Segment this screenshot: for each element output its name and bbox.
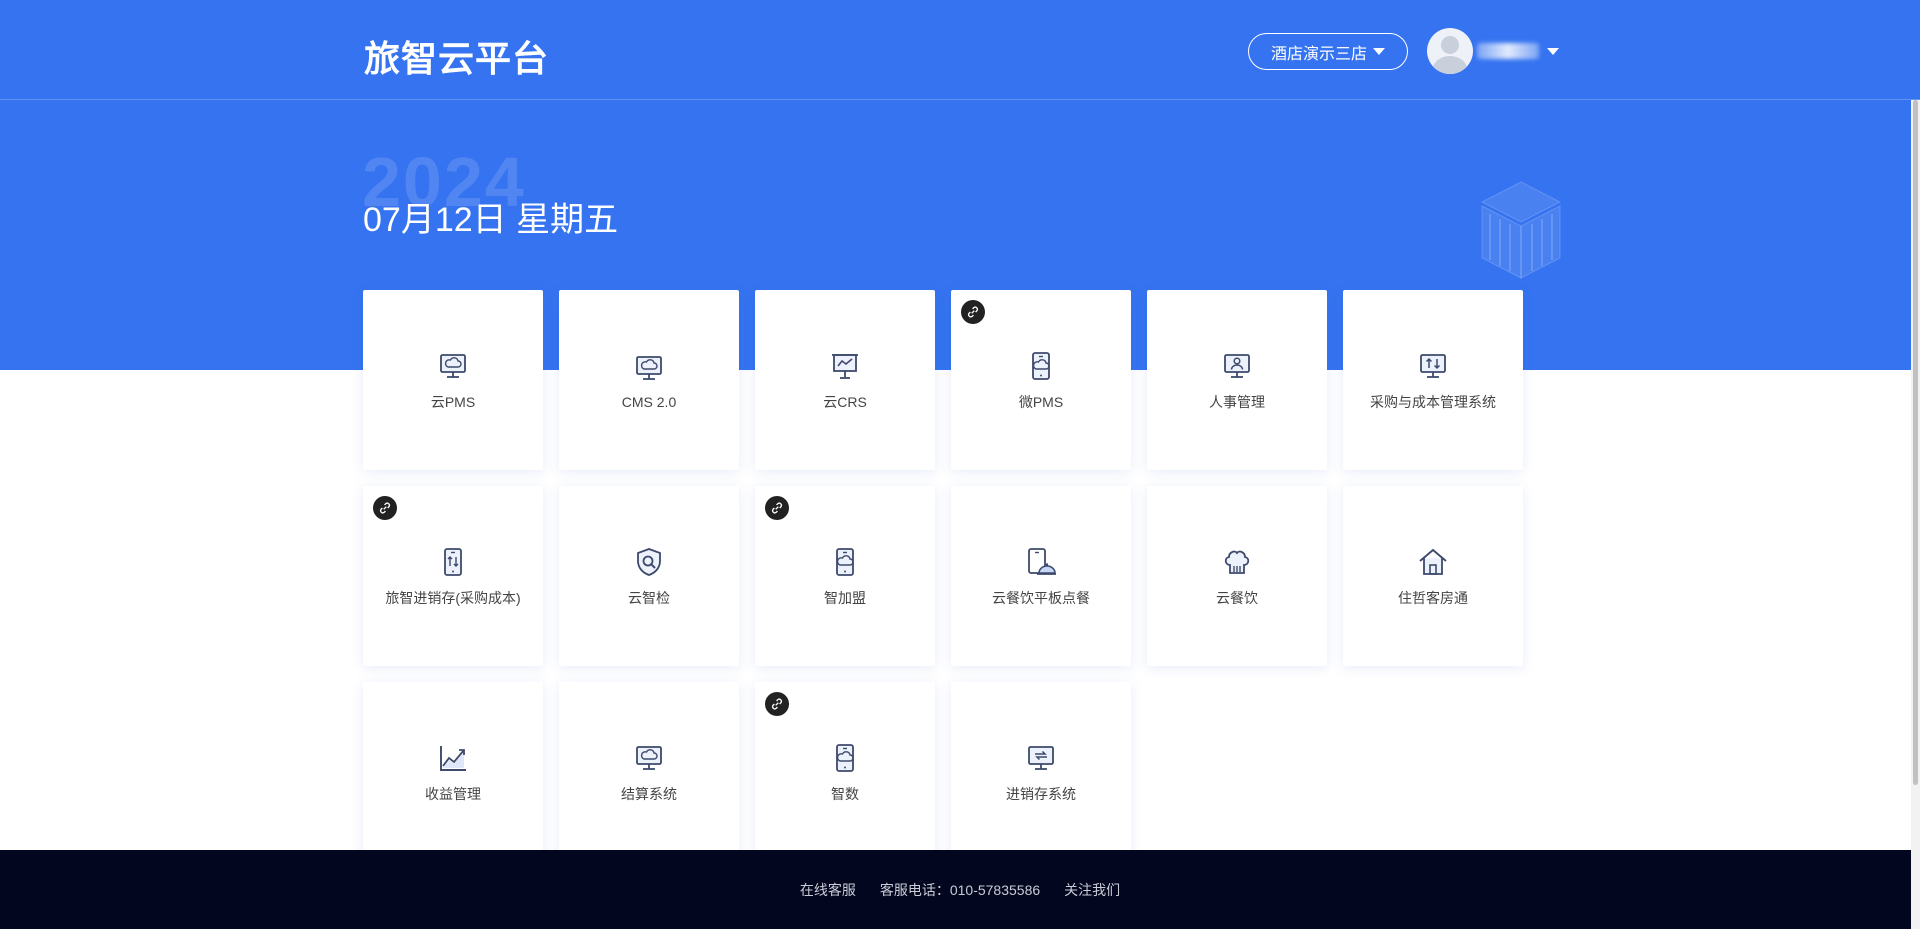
- top-bar: 旅智云平台 酒店演示三店: [0, 0, 1920, 100]
- follow-us-link[interactable]: 关注我们: [1064, 880, 1120, 900]
- monitor-cloud-icon: [437, 350, 469, 382]
- brand-title: 旅智云平台: [364, 38, 550, 79]
- growth-chart-icon: [437, 742, 469, 774]
- app-card[interactable]: 云CRS: [755, 290, 935, 470]
- tablet-cloud-icon: [1025, 350, 1057, 382]
- app-card[interactable]: 进销存系统: [951, 682, 1131, 862]
- hotel-selector[interactable]: 酒店演示三店: [1248, 33, 1408, 70]
- presentation-chart-icon: [829, 350, 861, 382]
- app-card[interactable]: 云PMS: [363, 290, 543, 470]
- app-card[interactable]: 旅智进销存(采购成本): [363, 486, 543, 666]
- caret-down-icon: [1547, 47, 1559, 55]
- service-hotline: 客服电话：010-57835586: [879, 881, 1041, 898]
- app-card-label: 云智检: [628, 590, 670, 606]
- tablet-cloud-icon: [829, 742, 861, 774]
- footer: 在线客服 客服电话：010-57835586 关注我们: [0, 850, 1920, 929]
- mini-program-badge-icon: [373, 496, 397, 520]
- app-card-label: 采购与成本管理系统: [1370, 394, 1496, 410]
- app-card[interactable]: 住哲客房通: [1343, 486, 1523, 666]
- mini-program-badge-icon: [765, 496, 789, 520]
- app-card-label: 人事管理: [1209, 394, 1265, 410]
- chef-hat-icon: [1221, 546, 1253, 578]
- scrollbar-thumb[interactable]: [1913, 100, 1918, 785]
- app-card-label: 住哲客房通: [1398, 590, 1468, 606]
- caret-down-icon: [1373, 48, 1385, 55]
- monitor-cycle-icon: [1025, 742, 1057, 774]
- app-grid: 云PMS CMS 2.0 云CRS 微PMS 人事管理 采购与成本管理系统旅智进销存(采购…: [363, 290, 1523, 862]
- app-card[interactable]: 人事管理: [1147, 290, 1327, 470]
- mini-program-badge-icon: [961, 300, 985, 324]
- app-card-label: 云餐饮平板点餐: [992, 590, 1090, 606]
- avatar: [1427, 28, 1473, 74]
- online-service-link[interactable]: 在线客服: [800, 880, 856, 900]
- app-card-label: 智数: [831, 786, 859, 802]
- app-card[interactable]: 微PMS: [951, 290, 1131, 470]
- app-card[interactable]: 采购与成本管理系统: [1343, 290, 1523, 470]
- hotel-selector-label: 酒店演示三店: [1270, 45, 1367, 63]
- tablet-dish-icon: [1025, 546, 1057, 578]
- user-menu[interactable]: [1427, 28, 1559, 74]
- app-card[interactable]: 云智检: [559, 486, 739, 666]
- app-card-label: 结算系统: [621, 786, 677, 802]
- app-card[interactable]: 云餐饮平板点餐: [951, 486, 1131, 666]
- mini-program-badge-icon: [765, 692, 789, 716]
- monitor-cloud-icon: [633, 352, 665, 384]
- app-card[interactable]: 智加盟: [755, 486, 935, 666]
- monitor-arrows-icon: [1417, 350, 1449, 382]
- app-root: 旅智云平台 酒店演示三店 2024 07月12日 星期五 云PMS CMS 2.0…: [0, 0, 1920, 929]
- monitor-person-icon: [1221, 350, 1253, 382]
- app-card-label: CMS 2.0: [621, 394, 677, 410]
- tablet-arrows-icon: [437, 546, 469, 578]
- app-card-label: 智加盟: [824, 590, 866, 606]
- tablet-cloud-icon: [829, 546, 861, 578]
- monitor-cloud-icon: [633, 742, 665, 774]
- user-name-blurred: [1477, 43, 1539, 59]
- app-card[interactable]: 云餐饮: [1147, 486, 1327, 666]
- app-card-label: 云餐饮: [1216, 590, 1258, 606]
- app-card-label: 云CRS: [823, 394, 867, 410]
- app-card[interactable]: 收益管理: [363, 682, 543, 862]
- app-card[interactable]: 智数: [755, 682, 935, 862]
- current-date: 07月12日 星期五: [363, 201, 619, 239]
- app-card-label: 进销存系统: [1006, 786, 1076, 802]
- app-card-label: 云PMS: [430, 394, 476, 410]
- shield-search-icon: [633, 546, 665, 578]
- building-decoration-icon: [1480, 181, 1562, 279]
- app-card-label: 旅智进销存(采购成本): [385, 590, 521, 606]
- app-card-label: 微PMS: [1018, 394, 1064, 410]
- app-card[interactable]: 结算系统: [559, 682, 739, 862]
- house-icon: [1417, 546, 1449, 578]
- app-card[interactable]: CMS 2.0: [559, 290, 739, 470]
- app-card-label: 收益管理: [425, 786, 481, 802]
